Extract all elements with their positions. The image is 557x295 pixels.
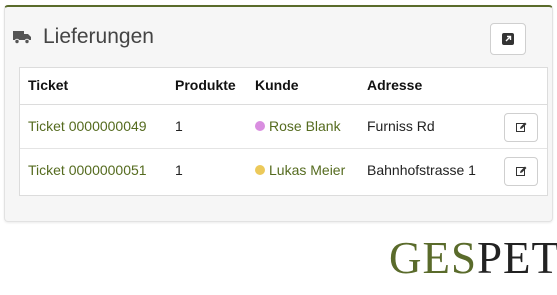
table-row: Ticket 0000000051 1 Lukas Meier Bahnhofs… (20, 148, 547, 192)
customer-link[interactable]: Lukas Meier (269, 162, 345, 178)
logo-text-pet: PET (477, 233, 557, 283)
panel-title: Lieferungen (43, 25, 154, 48)
ticket-link[interactable]: Ticket 0000000051 (28, 162, 147, 178)
customer-cell: Rose Blank (255, 118, 341, 134)
table-row: Ticket 0000000049 1 Rose Blank Furniss R… (20, 104, 547, 149)
gespet-logo: GESPET (389, 236, 557, 281)
customer-color-dot (255, 165, 265, 175)
edit-icon (515, 122, 526, 132)
column-header-ticket: Ticket (28, 77, 69, 93)
address-text: Bahnhofstrasse 1 (367, 162, 476, 178)
column-header-address: Adresse (367, 77, 423, 93)
customer-link[interactable]: Rose Blank (269, 118, 341, 134)
edit-button[interactable] (504, 113, 538, 142)
customer-cell: Lukas Meier (255, 162, 345, 178)
ticket-link[interactable]: Ticket 0000000049 (28, 118, 147, 134)
column-header-products: Produkte (175, 77, 236, 93)
edit-icon (515, 166, 526, 176)
product-count: 1 (175, 118, 183, 134)
column-header-customer: Kunde (255, 77, 299, 93)
panel-header: Lieferungen (13, 25, 154, 49)
table-header: Ticket Produkte Kunde Adresse (20, 68, 547, 105)
deliveries-panel: Lieferungen Ticket Produkte Kunde Adress… (4, 5, 553, 222)
address-text: Furniss Rd (367, 118, 435, 134)
export-button[interactable] (490, 23, 526, 55)
truck-icon (13, 31, 31, 44)
logo-text-ges: GES (389, 233, 478, 283)
product-count: 1 (175, 162, 183, 178)
deliveries-table: Ticket Produkte Kunde Adresse Ticket 000… (19, 67, 548, 196)
edit-button[interactable] (504, 157, 538, 186)
external-link-icon (502, 33, 514, 45)
customer-color-dot (255, 121, 265, 131)
